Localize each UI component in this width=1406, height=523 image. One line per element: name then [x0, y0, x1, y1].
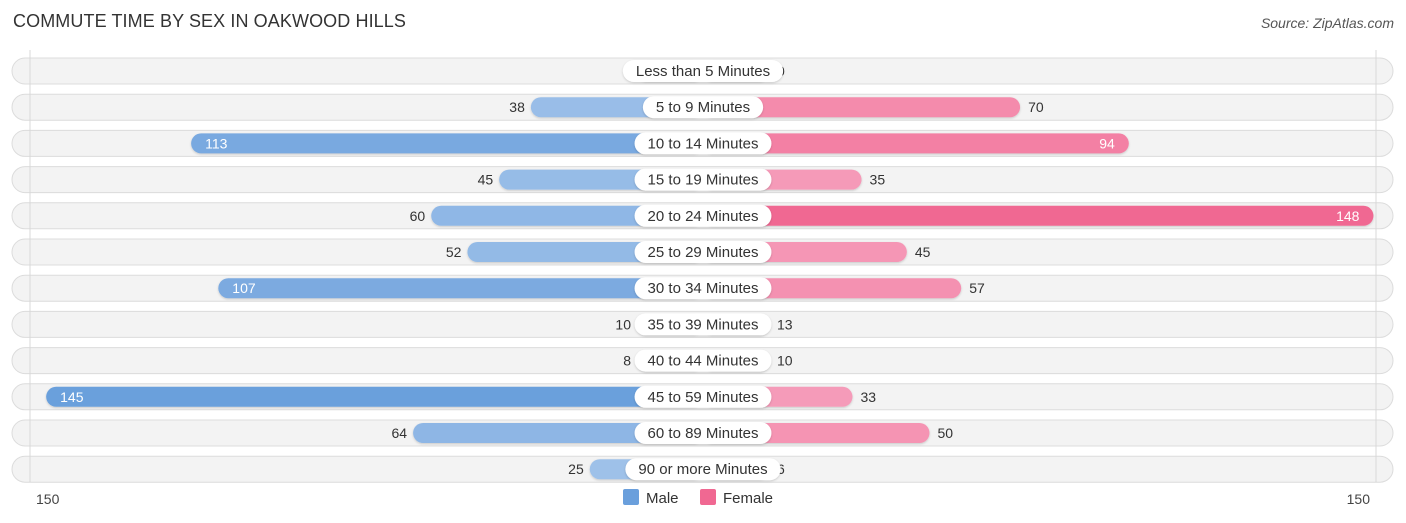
bar-male[interactable]: [46, 386, 703, 407]
category-label: 10 to 14 Minutes: [648, 135, 759, 152]
legend-label-male: Male: [646, 490, 679, 507]
category-label: 15 to 19 Minutes: [648, 172, 759, 189]
value-label-male: 25: [568, 461, 584, 477]
value-label-male: 38: [509, 99, 525, 115]
axis-tick-left: 150: [36, 491, 60, 507]
category-label: 30 to 34 Minutes: [648, 280, 759, 297]
value-label-female: 94: [1099, 135, 1115, 151]
value-label-female: 33: [860, 389, 876, 405]
value-label-male: 52: [446, 244, 462, 260]
legend-swatch-female: [700, 489, 716, 505]
category-label: 90 or more Minutes: [638, 461, 767, 478]
bar-male[interactable]: [191, 133, 704, 154]
category-label: 35 to 39 Minutes: [648, 316, 759, 333]
legend-label-female: Female: [723, 490, 773, 507]
value-label-male: 107: [232, 280, 256, 296]
axis-tick-right: 150: [1347, 491, 1371, 507]
value-label-male: 45: [478, 172, 494, 188]
category-label: 45 to 59 Minutes: [648, 389, 759, 406]
value-label-male: 10: [615, 316, 631, 332]
value-label-female: 57: [969, 280, 985, 296]
category-label: 5 to 9 Minutes: [656, 99, 750, 116]
category-label: Less than 5 Minutes: [636, 63, 770, 80]
value-label-male: 8: [623, 353, 631, 369]
category-label: 60 to 89 Minutes: [648, 425, 759, 442]
value-label-female: 35: [870, 172, 886, 188]
bar-male[interactable]: [218, 278, 704, 299]
value-label-male: 60: [410, 208, 426, 224]
bar-female[interactable]: [703, 205, 1374, 226]
value-label-female: 45: [915, 244, 931, 260]
category-label: 40 to 44 Minutes: [648, 353, 759, 370]
value-label-male: 145: [60, 389, 84, 405]
chart-canvas: 00Less than 5 Minutes38705 to 9 Minutes1…: [11, 50, 1394, 507]
value-label-male: 113: [205, 135, 228, 151]
value-label-female: 148: [1336, 208, 1360, 224]
category-label: 25 to 29 Minutes: [648, 244, 759, 261]
value-label-female: 10: [777, 353, 793, 369]
value-label-female: 70: [1028, 99, 1044, 115]
category-label: 20 to 24 Minutes: [648, 208, 759, 225]
value-label-female: 50: [938, 425, 954, 441]
value-label-male: 64: [392, 425, 408, 441]
legend-swatch-male: [623, 489, 639, 505]
value-label-female: 13: [777, 316, 793, 332]
